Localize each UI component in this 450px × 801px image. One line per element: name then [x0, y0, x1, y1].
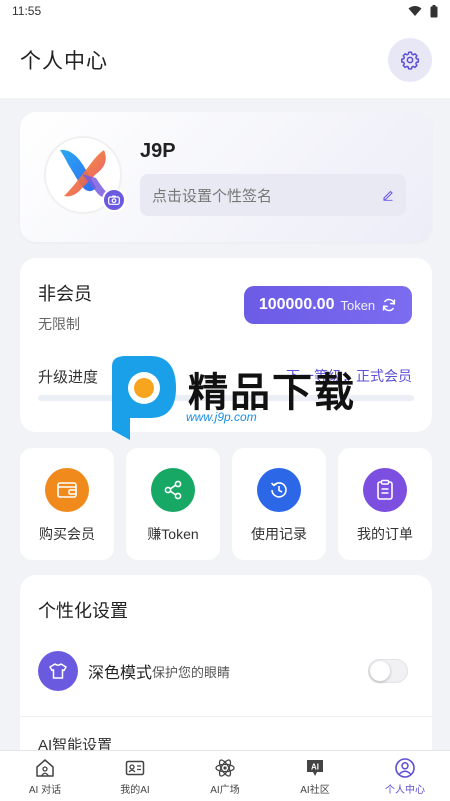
usage-history-button[interactable]: 使用记录 [232, 448, 326, 560]
ai-community-icon: AI [307, 759, 323, 776]
nav-ai-chat[interactable]: AI 对话 [0, 751, 90, 801]
nav-label: AI广场 [210, 784, 240, 796]
atom-icon [215, 758, 235, 777]
page-header: 个人中心 [0, 22, 450, 98]
setting-icon-bg [38, 651, 78, 691]
quick-icon-bg [45, 468, 89, 512]
token-unit: Token [340, 297, 376, 313]
quick-icon-bg [363, 468, 407, 512]
divider [20, 716, 432, 717]
username: J9P [140, 140, 176, 162]
nav-profile[interactable]: 个人中心 [360, 751, 450, 801]
wifi-icon [408, 6, 422, 16]
clipboard-icon [377, 479, 393, 500]
signature-placeholder: 点击设置个性签名 [152, 187, 273, 205]
upgrade-progress-bar [38, 395, 414, 401]
toggle-knob [370, 661, 390, 681]
next-level-label: 下一等级：正式会员 [286, 368, 412, 384]
quick-icon-bg [257, 468, 301, 512]
quick-label: 使用记录 [251, 526, 307, 542]
nav-ai-community[interactable]: AI AI社区 [270, 751, 360, 801]
main-content: J9P 点击设置个性签名 非会员 无限制 100000.00 Token 升级进… [0, 98, 450, 750]
wallet-icon [57, 482, 77, 498]
avatar-container[interactable] [44, 136, 126, 214]
home-chat-icon [36, 758, 54, 777]
membership-card: 非会员 无限制 100000.00 Token 升级进度 下一等级：正式会员 [20, 258, 432, 432]
change-avatar-button[interactable] [102, 188, 126, 212]
dark-mode-toggle[interactable] [368, 659, 408, 683]
my-orders-button[interactable]: 我的订单 [338, 448, 432, 560]
id-card-icon [125, 760, 145, 775]
history-icon [270, 482, 287, 498]
nav-label: 我的AI [120, 784, 150, 796]
nav-label: 个人中心 [385, 784, 425, 796]
token-balance-button[interactable]: 100000.00 Token [244, 286, 412, 324]
share-icon [164, 480, 182, 500]
tshirt-icon [49, 663, 67, 679]
earn-token-button[interactable]: 赚Token [126, 448, 220, 560]
quick-label: 赚Token [147, 526, 199, 542]
refresh-icon[interactable] [381, 297, 397, 313]
membership-status: 非会员 [38, 284, 92, 304]
edit-icon [383, 190, 393, 201]
membership-limit: 无限制 [38, 316, 80, 332]
token-amount: 100000.00 [258, 296, 335, 313]
buy-membership-button[interactable]: 购买会员 [20, 448, 114, 560]
dark-mode-label: 深色模式 [88, 665, 153, 682]
dark-mode-description: 保护您的眼睛 [152, 664, 231, 680]
user-icon [395, 757, 415, 778]
nav-label: AI 对话 [28, 784, 62, 796]
quick-icon-bg [151, 468, 195, 512]
svg-text:AI: AI [311, 762, 319, 771]
upgrade-progress-label: 升级进度 [38, 369, 99, 386]
page-title: 个人中心 [20, 50, 108, 73]
battery-icon [430, 4, 438, 17]
bottom-nav: AI 对话 我的AI AI广场 AI AI社区 个人中心 [0, 750, 450, 801]
ai-settings-heading[interactable]: AI智能设置 [38, 734, 112, 750]
profile-card: J9P 点击设置个性签名 [20, 112, 432, 242]
status-time: 11:55 [12, 4, 42, 18]
nav-my-ai[interactable]: 我的AI [90, 751, 180, 801]
dark-mode-row: 深色模式 保护您的眼睛 [38, 647, 414, 695]
quick-actions: 购买会员 赚Token 使用记录 我的订单 [20, 448, 432, 560]
nav-label: AI社区 [300, 784, 330, 796]
status-bar: 11:55 [0, 0, 450, 22]
signature-field[interactable]: 点击设置个性签名 [140, 174, 406, 216]
settings-button[interactable] [388, 38, 432, 82]
personalization-title: 个性化设置 [38, 601, 128, 621]
quick-label: 我的订单 [357, 526, 413, 542]
personalization-card: 个性化设置 深色模式 保护您的眼睛 AI智能设置 [20, 575, 432, 750]
gear-icon [401, 51, 420, 70]
camera-icon [108, 195, 120, 205]
nav-ai-plaza[interactable]: AI广场 [180, 751, 270, 801]
quick-label: 购买会员 [39, 526, 95, 542]
